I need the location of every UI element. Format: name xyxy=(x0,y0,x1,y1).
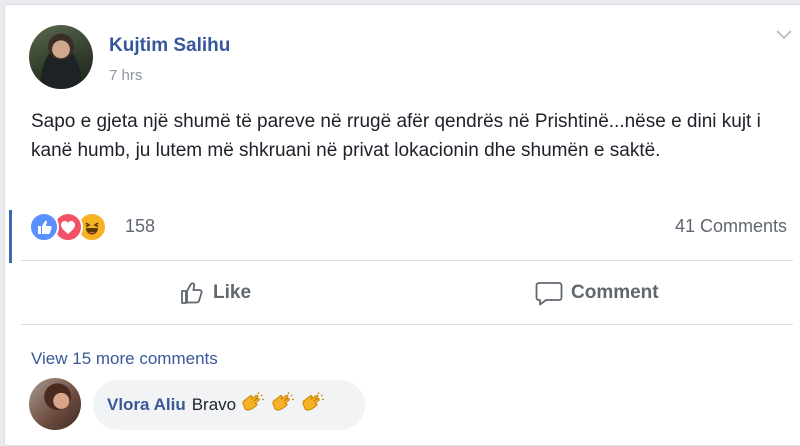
like-icon xyxy=(29,212,59,242)
focus-indicator xyxy=(9,210,12,263)
comment-label: Comment xyxy=(571,282,659,303)
commenter-avatar[interactable] xyxy=(29,378,81,430)
divider xyxy=(21,260,793,261)
view-more-comments-link[interactable]: View 15 more comments xyxy=(31,349,218,369)
like-label: Like xyxy=(213,282,252,303)
comment-button[interactable]: Comment xyxy=(535,275,659,311)
thumbs-up-icon xyxy=(181,282,203,304)
chevron-down-icon[interactable] xyxy=(775,29,793,41)
speech-bubble-icon xyxy=(535,282,563,306)
commenter-name[interactable]: Vlora Aliu xyxy=(107,395,186,415)
comment-text: Bravo xyxy=(191,395,237,414)
reaction-count[interactable]: 158 xyxy=(125,216,155,237)
clapping-hands-icon xyxy=(302,392,324,411)
divider xyxy=(21,324,793,325)
post-text: Sapo e gjeta një shumë të pareve në rrug… xyxy=(31,111,761,161)
clapping-hands-icon xyxy=(242,392,264,411)
comment-bubble: Vlora Aliu Bravo xyxy=(93,380,365,430)
author-name[interactable]: Kujtim Salihu xyxy=(109,35,230,57)
clapping-hands-icon xyxy=(272,392,294,411)
post-timestamp[interactable]: 7 hrs xyxy=(109,67,142,84)
author-avatar[interactable] xyxy=(29,25,93,89)
like-button[interactable]: Like xyxy=(179,275,251,311)
comments-count-link[interactable]: 41 Comments xyxy=(675,216,787,237)
post-card: Kujtim Salihu 7 hrs Sapo e gjeta një shu… xyxy=(4,4,800,446)
